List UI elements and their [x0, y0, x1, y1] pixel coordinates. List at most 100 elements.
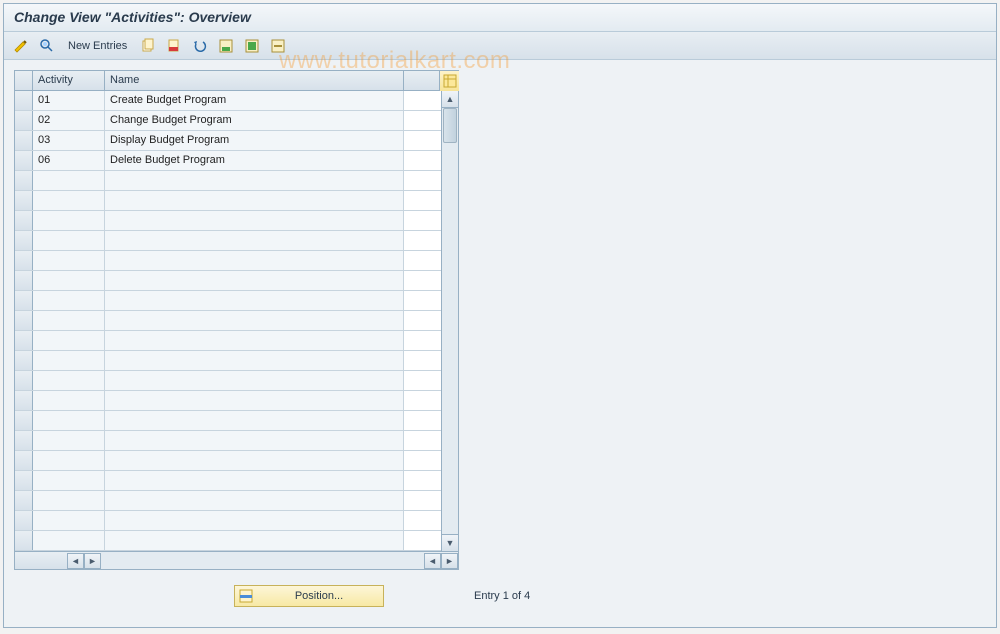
cell-activity[interactable]	[33, 471, 105, 490]
cell-name[interactable]	[105, 191, 404, 210]
display-change-toggle-icon[interactable]	[10, 36, 32, 56]
cell-name[interactable]: Create Budget Program	[105, 91, 404, 110]
row-selector[interactable]	[15, 371, 33, 390]
cell-name[interactable]	[105, 371, 404, 390]
cell-name[interactable]	[105, 171, 404, 190]
cell-name[interactable]	[105, 311, 404, 330]
table-row-empty	[15, 491, 441, 511]
row-selector-header[interactable]	[15, 71, 33, 90]
cell-name[interactable]	[105, 211, 404, 230]
row-selector[interactable]	[15, 171, 33, 190]
cell-activity[interactable]	[33, 311, 105, 330]
save-icon[interactable]	[215, 36, 237, 56]
cell-name[interactable]	[105, 451, 404, 470]
cell-activity[interactable]	[33, 171, 105, 190]
new-entries-button[interactable]: New Entries	[62, 38, 133, 54]
row-selector[interactable]	[15, 411, 33, 430]
table-row: 01Create Budget Program	[15, 91, 441, 111]
cell-name[interactable]	[105, 331, 404, 350]
row-selector[interactable]	[15, 151, 33, 170]
copy-icon[interactable]	[137, 36, 159, 56]
cell-name[interactable]	[105, 511, 404, 530]
cell-activity[interactable]	[33, 491, 105, 510]
horizontal-scrollbar: ◄ ► ◄ ►	[15, 551, 458, 569]
cell-name[interactable]	[105, 231, 404, 250]
cell-activity[interactable]	[33, 231, 105, 250]
deselect-all-icon[interactable]	[267, 36, 289, 56]
cell-activity[interactable]	[33, 371, 105, 390]
cell-activity[interactable]	[33, 431, 105, 450]
row-selector[interactable]	[15, 131, 33, 150]
cell-activity[interactable]	[33, 211, 105, 230]
table-row-empty	[15, 411, 441, 431]
cell-name[interactable]	[105, 531, 404, 550]
find-icon[interactable]	[36, 36, 58, 56]
cell-activity[interactable]: 02	[33, 111, 105, 130]
column-header-name[interactable]: Name	[105, 71, 404, 90]
row-selector[interactable]	[15, 471, 33, 490]
hscroll-track[interactable]	[101, 552, 424, 569]
undo-icon[interactable]	[189, 36, 211, 56]
cell-activity[interactable]: 06	[33, 151, 105, 170]
vertical-scrollbar[interactable]: ▲ ▼	[441, 91, 458, 551]
scroll-up-icon[interactable]: ▲	[442, 91, 458, 108]
position-button[interactable]: Position...	[234, 585, 384, 607]
cell-activity[interactable]	[33, 411, 105, 430]
cell-name[interactable]: Display Budget Program	[105, 131, 404, 150]
cell-name[interactable]: Change Budget Program	[105, 111, 404, 130]
row-selector[interactable]	[15, 531, 33, 550]
cell-name[interactable]	[105, 471, 404, 490]
cell-name[interactable]	[105, 431, 404, 450]
cell-name[interactable]: Delete Budget Program	[105, 151, 404, 170]
cell-activity[interactable]	[33, 391, 105, 410]
hscroll-left-icon[interactable]: ◄	[67, 553, 84, 569]
table-settings-icon[interactable]	[439, 71, 459, 91]
table-row-empty	[15, 291, 441, 311]
select-all-icon[interactable]	[241, 36, 263, 56]
hscroll-left2-icon[interactable]: ◄	[424, 553, 441, 569]
row-selector[interactable]	[15, 91, 33, 110]
row-selector[interactable]	[15, 291, 33, 310]
cell-name[interactable]	[105, 491, 404, 510]
delete-icon[interactable]	[163, 36, 185, 56]
row-selector[interactable]	[15, 491, 33, 510]
cell-activity[interactable]	[33, 451, 105, 470]
cell-name[interactable]	[105, 351, 404, 370]
scroll-track[interactable]	[442, 108, 458, 534]
row-selector[interactable]	[15, 311, 33, 330]
table-row-empty	[15, 311, 441, 331]
row-selector[interactable]	[15, 391, 33, 410]
row-selector[interactable]	[15, 251, 33, 270]
row-selector[interactable]	[15, 431, 33, 450]
row-selector[interactable]	[15, 331, 33, 350]
cell-activity[interactable]	[33, 531, 105, 550]
cell-activity[interactable]: 01	[33, 91, 105, 110]
cell-name[interactable]	[105, 251, 404, 270]
cell-activity[interactable]	[33, 291, 105, 310]
cell-activity[interactable]	[33, 251, 105, 270]
row-selector[interactable]	[15, 211, 33, 230]
table-row-empty	[15, 191, 441, 211]
row-selector[interactable]	[15, 231, 33, 250]
cell-name[interactable]	[105, 271, 404, 290]
row-selector[interactable]	[15, 111, 33, 130]
row-selector[interactable]	[15, 451, 33, 470]
cell-name[interactable]	[105, 391, 404, 410]
cell-activity[interactable]	[33, 191, 105, 210]
column-header-activity[interactable]: Activity	[33, 71, 105, 90]
cell-activity[interactable]	[33, 351, 105, 370]
row-selector[interactable]	[15, 271, 33, 290]
cell-name[interactable]	[105, 411, 404, 430]
scroll-thumb[interactable]	[443, 108, 457, 143]
cell-activity[interactable]	[33, 271, 105, 290]
cell-name[interactable]	[105, 291, 404, 310]
hscroll-right-icon[interactable]: ►	[84, 553, 101, 569]
scroll-down-icon[interactable]: ▼	[442, 534, 458, 551]
cell-activity[interactable]	[33, 331, 105, 350]
row-selector[interactable]	[15, 511, 33, 530]
hscroll-right2-icon[interactable]: ►	[441, 553, 458, 569]
cell-activity[interactable]	[33, 511, 105, 530]
row-selector[interactable]	[15, 351, 33, 370]
cell-activity[interactable]: 03	[33, 131, 105, 150]
row-selector[interactable]	[15, 191, 33, 210]
